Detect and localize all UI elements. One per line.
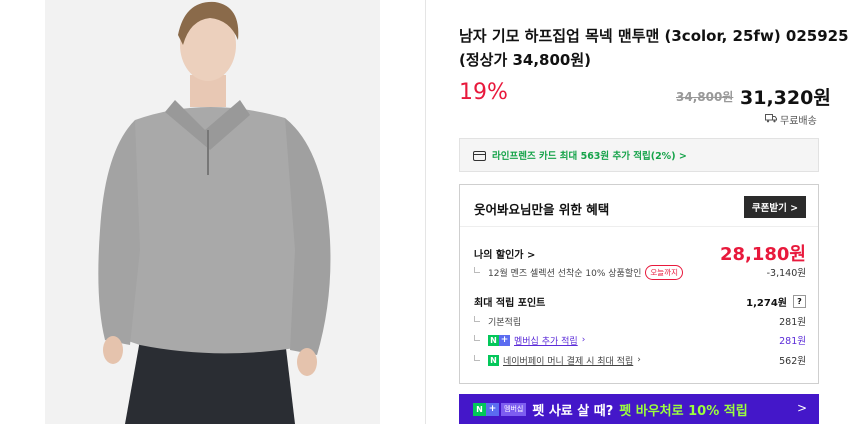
tree-corner-icon <box>474 335 480 341</box>
membership-label-wrap: N + 멤버십 추가 적립 › <box>474 334 585 347</box>
discount-rate: 19% <box>459 80 508 105</box>
benefit-header: 웃어봐요님만을 위한 혜택 쿠폰받기 > <box>460 185 818 227</box>
points-value: 1,274원 <box>746 297 787 309</box>
coupon-discount: -3,140원 <box>766 268 806 279</box>
points-row: 최대 적립 포인트 1,274원 ? <box>474 292 806 310</box>
plus-badge: + <box>499 334 510 346</box>
banner-highlight: 펫 바우처로 10% 적립 <box>619 403 748 419</box>
model-photo <box>45 0 380 424</box>
chevron-right-icon: › <box>637 355 641 365</box>
truck-icon <box>765 113 777 126</box>
sale-price: 31,320원 <box>740 87 831 109</box>
naver-membership-badge: N + 멤버십 <box>473 402 527 416</box>
tree-corner-icon <box>474 316 480 322</box>
my-price-row: 나의 할인가 > 28,180원 <box>474 244 806 265</box>
n-logo: N <box>488 334 499 346</box>
membership-row: N + 멤버십 추가 적립 › 281원 <box>474 331 806 349</box>
n-logo: N <box>473 402 486 416</box>
points-value-wrap: 1,274원 ? <box>746 294 806 309</box>
benefit-title: 웃어봐요님만을 위한 혜택 <box>474 202 610 217</box>
membership-link[interactable]: 멤버십 추가 적립 <box>514 334 578 347</box>
basic-points-row: 기본적립 281원 <box>474 312 806 330</box>
credit-card-icon <box>473 146 486 165</box>
npay-label-wrap: N 네이버페이 머니 결제 시 최대 적립 › <box>474 354 641 367</box>
npay-link[interactable]: 네이버페이 머니 결제 시 최대 적립 <box>503 354 633 367</box>
npay-value: 562원 <box>779 356 806 367</box>
chevron-right-icon: › <box>581 335 586 345</box>
banner-text: 펫 사료 살 때? <box>532 403 614 419</box>
column-divider <box>425 0 426 424</box>
basic-label-wrap: 기본적립 <box>474 315 521 328</box>
benefit-box: 웃어봐요님만을 위한 혜택 쿠폰받기 > 나의 할인가 > 28,180원 12… <box>459 184 819 384</box>
shipping-info: 무료배송 <box>765 112 817 127</box>
pet-voucher-banner[interactable]: N + 멤버십 펫 사료 살 때? 펫 바우처로 10% 적립 > <box>459 394 819 424</box>
tree-corner-icon <box>474 267 480 273</box>
product-title-line2: (정상가 34,800원) <box>459 51 592 69</box>
basic-value: 281원 <box>779 317 806 328</box>
today-badge: 오늘까지 <box>645 264 684 280</box>
coupon-button[interactable]: 쿠폰받기 > <box>744 196 806 218</box>
points-label: 최대 적립 포인트 <box>474 297 546 309</box>
card-offer-text: 라인프렌즈 카드 최대 563원 추가 적립(2%) > <box>492 151 687 162</box>
coupon-desc: 12월 멘즈 셀렉션 선착순 10% 상품할인 <box>488 268 642 279</box>
naver-pay-icon: N <box>488 354 499 366</box>
coupon-row: 12월 멘즈 셀렉션 선착순 10% 상품할인 오늘까지 -3,140원 <box>474 263 806 281</box>
product-title: 남자 기모 하프집업 목넥 맨투맨 (3color, 25fw) 025925 … <box>459 24 849 72</box>
chevron-right-icon: > <box>796 401 807 415</box>
original-price: 34,800원 <box>676 90 734 104</box>
basic-label: 기본적립 <box>488 317 522 328</box>
card-offer-link[interactable]: 라인프렌즈 카드 최대 563원 추가 적립(2%) > <box>459 138 819 172</box>
npay-row: N 네이버페이 머니 결제 시 최대 적립 › 562원 <box>474 351 806 369</box>
membership-badge: 멤버십 <box>501 402 527 416</box>
shipping-label: 무료배송 <box>780 116 817 127</box>
help-icon[interactable]: ? <box>793 294 806 308</box>
coupon-desc-wrap: 12월 멘즈 셀렉션 선착순 10% 상품할인 오늘까지 <box>474 264 684 280</box>
plus-badge: + <box>486 402 499 416</box>
tree-corner-icon <box>474 355 480 361</box>
product-title-line1: 남자 기모 하프집업 목넥 맨투맨 (3color, 25fw) 025925 <box>459 27 849 45</box>
my-price-label[interactable]: 나의 할인가 > <box>474 246 535 261</box>
product-image[interactable] <box>45 0 380 424</box>
membership-value: 281원 <box>779 336 806 347</box>
naver-membership-icon: N + <box>488 334 510 346</box>
